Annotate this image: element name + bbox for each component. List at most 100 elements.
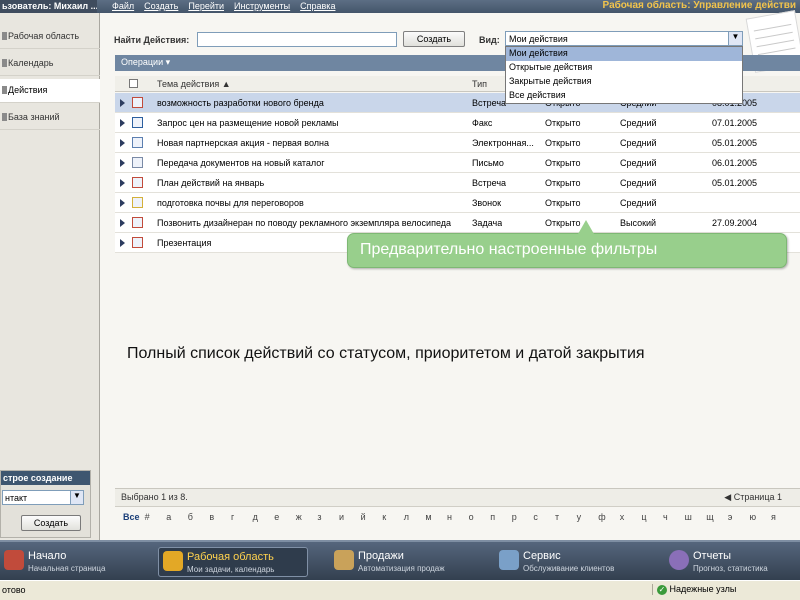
cell-subject: Новая партнерская акция - первая волна <box>157 138 330 148</box>
table-row[interactable]: План действий на январь Встреча Открыто Сре… <box>115 173 800 193</box>
cell-type: Встреча <box>472 98 507 108</box>
taskbar-workspace-sub: Мои задачи, календарь <box>187 565 275 574</box>
alphabet-letter[interactable]: # <box>145 512 150 522</box>
table-row[interactable]: подготовка почвы для переговоров Звонок От… <box>115 193 800 213</box>
alphabet-letter[interactable]: э <box>728 512 733 522</box>
sidebar-item-calendar[interactable]: Календарь <box>0 52 100 76</box>
expand-arrow-icon[interactable] <box>120 179 125 187</box>
chevron-down-icon[interactable]: ▼ <box>70 491 83 504</box>
sidebar-item-workspace[interactable]: Рабочая область <box>0 25 100 49</box>
alphabet-letter[interactable]: ш <box>685 512 692 522</box>
alphabet-filter: Все # а б в г д е ж з и й к л м н о п р с т у ф х ц ч ш щ э ю я <box>115 506 800 526</box>
sidebar: Рабочая область Календарь Действия База … <box>0 13 100 540</box>
table-row[interactable]: Новая партнерская акция - первая волна Эл… <box>115 133 800 153</box>
menu-file[interactable]: Файл <box>112 1 134 11</box>
alphabet-letter[interactable]: о <box>469 512 474 522</box>
view-dropdown: Мои действия Открытые действия Закрытые … <box>505 46 743 104</box>
alphabet-letter[interactable]: м <box>425 512 431 522</box>
alphabet-letter[interactable]: щ <box>706 512 713 522</box>
alphabet-letter[interactable]: ф <box>598 512 605 522</box>
workspace-icon <box>163 551 183 571</box>
menu-help[interactable]: Справка <box>300 1 335 11</box>
sidebar-item-actions[interactable]: Действия <box>0 79 100 103</box>
alphabet-letter[interactable]: й <box>361 512 366 522</box>
cell-type: Факс <box>472 118 493 128</box>
expand-arrow-icon[interactable] <box>120 219 125 227</box>
alphabet-letter[interactable]: у <box>577 512 582 522</box>
expand-arrow-icon[interactable] <box>120 139 125 147</box>
select-all-checkbox[interactable] <box>129 79 138 88</box>
sidebar-item-label: Рабочая область <box>8 31 80 41</box>
column-header-subject[interactable]: Тема действия ▲ <box>157 79 231 89</box>
expand-arrow-icon[interactable] <box>120 119 125 127</box>
menu-go[interactable]: Перейти <box>188 1 224 11</box>
alphabet-letter[interactable]: к <box>382 512 386 522</box>
cell-priority: Средний <box>620 138 657 148</box>
cell-date: 27.09.2004 <box>712 218 758 228</box>
expand-arrow-icon[interactable] <box>120 159 125 167</box>
taskbar-home-sub: Начальная страница <box>28 564 106 573</box>
view-option-all[interactable]: Все действия <box>506 89 742 103</box>
alphabet-letter[interactable]: л <box>404 512 409 522</box>
table-row[interactable]: Позвонить дизайнеран по поводу рекламног… <box>115 213 800 233</box>
alphabet-letter[interactable]: х <box>620 512 625 522</box>
alphabet-letter[interactable]: ю <box>749 512 756 522</box>
alphabet-letter[interactable]: з <box>317 512 321 522</box>
taskbar-service[interactable]: Сервис Обслуживание клиентов <box>495 547 645 577</box>
taskbar-reports-title: Отчеты <box>693 550 732 562</box>
view-option-open[interactable]: Открытые действия <box>506 61 742 75</box>
quick-create-select[interactable]: нтакт ▼ <box>2 490 84 505</box>
actions-icon <box>2 86 7 94</box>
alphabet-letter[interactable]: и <box>339 512 344 522</box>
alphabet-letter[interactable]: с <box>533 512 538 522</box>
alphabet-letter[interactable]: ц <box>641 512 646 522</box>
alphabet-letter[interactable]: б <box>188 512 193 522</box>
expand-arrow-icon[interactable] <box>120 239 125 247</box>
taskbar-workspace[interactable]: Рабочая область Мои задачи, календарь <box>158 547 308 577</box>
view-option-closed[interactable]: Закрытые действия <box>506 75 742 89</box>
sidebar-item-knowledge[interactable]: База знаний <box>0 106 100 130</box>
view-select-value: Мои действия <box>509 34 568 44</box>
alphabet-letter[interactable]: р <box>512 512 517 522</box>
menu-create[interactable]: Создать <box>144 1 178 11</box>
callout-filters: Предварительно настроенные фильтры <box>347 220 787 268</box>
table-row[interactable]: Запрос цен на размещение новой рекламы Фа… <box>115 113 800 133</box>
table-row[interactable]: Передача документов на новый каталог Пись… <box>115 153 800 173</box>
alphabet-letter[interactable]: е <box>274 512 279 522</box>
reports-icon <box>669 550 689 570</box>
alphabet-letter[interactable]: ч <box>663 512 668 522</box>
expand-arrow-icon[interactable] <box>120 99 125 107</box>
alphabet-letter[interactable]: д <box>253 512 258 522</box>
view-select[interactable]: Мои действия ▼ <box>505 31 743 46</box>
alphabet-letter[interactable]: я <box>771 512 776 522</box>
cell-subject: подготовка почвы для переговоров <box>157 198 304 208</box>
view-option-my[interactable]: Мои действия <box>506 47 742 61</box>
page-indicator[interactable]: ◀ Страница 1 <box>724 492 782 503</box>
taskbar-sales[interactable]: Продажи Автоматизация продаж <box>330 547 480 577</box>
alphabet-letter[interactable]: н <box>447 512 452 522</box>
search-input[interactable] <box>197 32 397 47</box>
cell-status: Открыто <box>545 218 581 228</box>
knowledge-icon <box>2 113 7 121</box>
taskbar-reports[interactable]: Отчеты Прогноз, статистика <box>665 547 795 577</box>
taskbar-service-title: Сервис <box>523 550 561 562</box>
quick-create-button[interactable]: Создать <box>21 515 81 531</box>
alphabet-letter[interactable]: а <box>166 512 171 522</box>
workplace-taskbar: Начало Начальная страница Рабочая област… <box>0 540 800 580</box>
menu-tools[interactable]: Инструменты <box>234 1 290 11</box>
column-header-type[interactable]: Тип <box>472 79 487 89</box>
taskbar-home[interactable]: Начало Начальная страница <box>0 547 150 577</box>
alphabet-letter[interactable]: г <box>231 512 234 522</box>
calendar-icon <box>2 59 7 67</box>
cell-date: 06.01.2005 <box>712 158 758 168</box>
create-button[interactable]: Создать <box>403 31 465 47</box>
alphabet-letter[interactable]: т <box>555 512 559 522</box>
alphabet-letter[interactable]: п <box>490 512 495 522</box>
alphabet-letter[interactable]: Все <box>123 512 140 522</box>
alphabet-letter[interactable]: в <box>209 512 214 522</box>
check-icon: ✓ <box>657 584 667 595</box>
alphabet-letter[interactable]: ж <box>296 512 302 522</box>
chevron-down-icon[interactable]: ▼ <box>728 32 742 45</box>
expand-arrow-icon[interactable] <box>120 199 125 207</box>
user-name: ьзователь: Михаил ... <box>0 0 97 13</box>
